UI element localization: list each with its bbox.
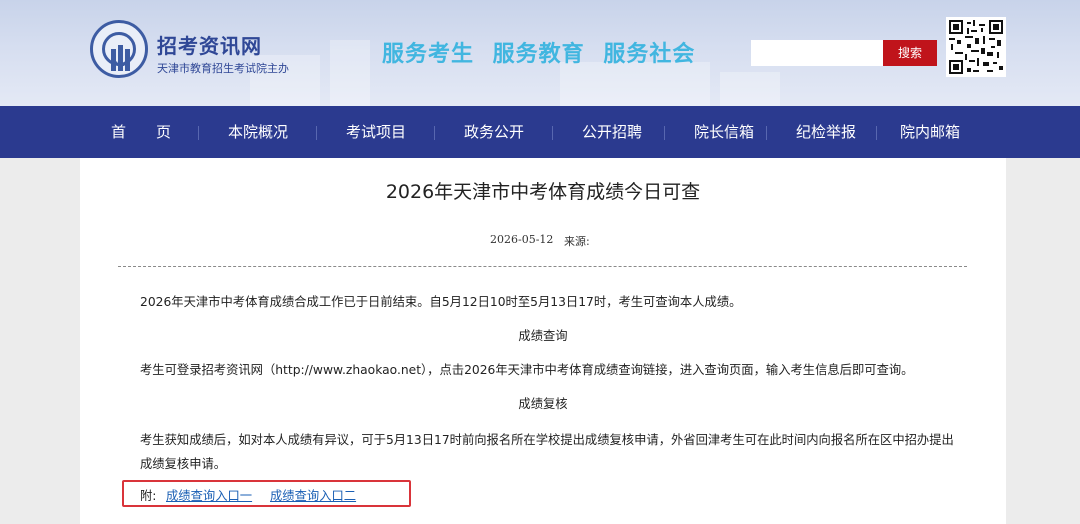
- site-logo[interactable]: TAEA: [90, 20, 148, 78]
- nav-separator: [198, 126, 199, 140]
- article-source-label: 来源:: [564, 235, 590, 248]
- article-date: 2026-05-12: [490, 233, 554, 246]
- nav-item-exams[interactable]: 考试项目: [346, 106, 406, 158]
- section-heading-score-review: 成绩复核: [518, 397, 568, 411]
- article-title: 2026年天津市中考体育成绩今日可查: [385, 181, 701, 203]
- section-heading-score-query: 成绩查询: [518, 329, 568, 343]
- site-subtitle: 天津市教育招生考试院主办: [157, 62, 289, 75]
- search-input[interactable]: [751, 40, 883, 66]
- divider: [118, 266, 967, 267]
- header-background-building: [560, 62, 710, 106]
- search-button[interactable]: 搜索: [883, 40, 937, 66]
- nav-item-discipline-report[interactable]: 纪检举报: [796, 106, 856, 158]
- article-paragraph: 2026年天津市中考体育成绩合成工作已于日前结束。自5月12日10时至5月13日…: [140, 295, 742, 309]
- site-title[interactable]: 招考资讯网: [157, 30, 262, 59]
- attachment-label: 附:: [140, 489, 157, 503]
- nav-item-about[interactable]: 本院概况: [228, 106, 288, 158]
- nav-item-internal-mail[interactable]: 院内邮箱: [900, 106, 960, 158]
- attachment-highlight-box: 附: 成绩查询入口一 成绩查询入口二: [122, 480, 411, 507]
- score-query-link-2[interactable]: 成绩查询入口二: [270, 486, 356, 504]
- header-background-building: [720, 72, 780, 106]
- nav-item-recruitment[interactable]: 公开招聘: [582, 106, 642, 158]
- nav-separator: [434, 126, 435, 140]
- nav-separator: [552, 126, 553, 140]
- nav-separator: [876, 126, 877, 140]
- site-header: TAEA 招考资讯网 天津市教育招生考试院主办 服务考生 服务教育 服务社会 搜…: [0, 0, 1080, 106]
- main-nav: 首 页 本院概况 考试项目 政务公开 公开招聘 院长信箱 纪检举报 院内邮箱: [0, 106, 1080, 158]
- nav-item-government-affairs[interactable]: 政务公开: [464, 106, 524, 158]
- qr-code-icon: [946, 17, 1006, 77]
- nav-separator: [316, 126, 317, 140]
- nav-item-president-mailbox[interactable]: 院长信箱: [694, 106, 754, 158]
- logo-text: TAEA: [110, 61, 128, 68]
- header-background-building: [330, 40, 370, 106]
- score-query-link-1[interactable]: 成绩查询入口一: [166, 486, 252, 504]
- article-paragraph: 考生可登录招考资讯网（http://www.zhaokao.net），点击202…: [140, 363, 914, 377]
- article-container: 2026年天津市中考体育成绩今日可查 2026-05-12 来源: 2026年天…: [80, 158, 1006, 524]
- slogan: 服务考生 服务教育 服务社会: [382, 42, 696, 67]
- nav-item-home[interactable]: 首 页: [111, 106, 171, 158]
- article-paragraph: 考生获知成绩后，如对本人成绩有异议，可于5月13日17时前向报名所在学校提出成绩…: [140, 433, 954, 471]
- nav-separator: [766, 126, 767, 140]
- nav-separator: [664, 126, 665, 140]
